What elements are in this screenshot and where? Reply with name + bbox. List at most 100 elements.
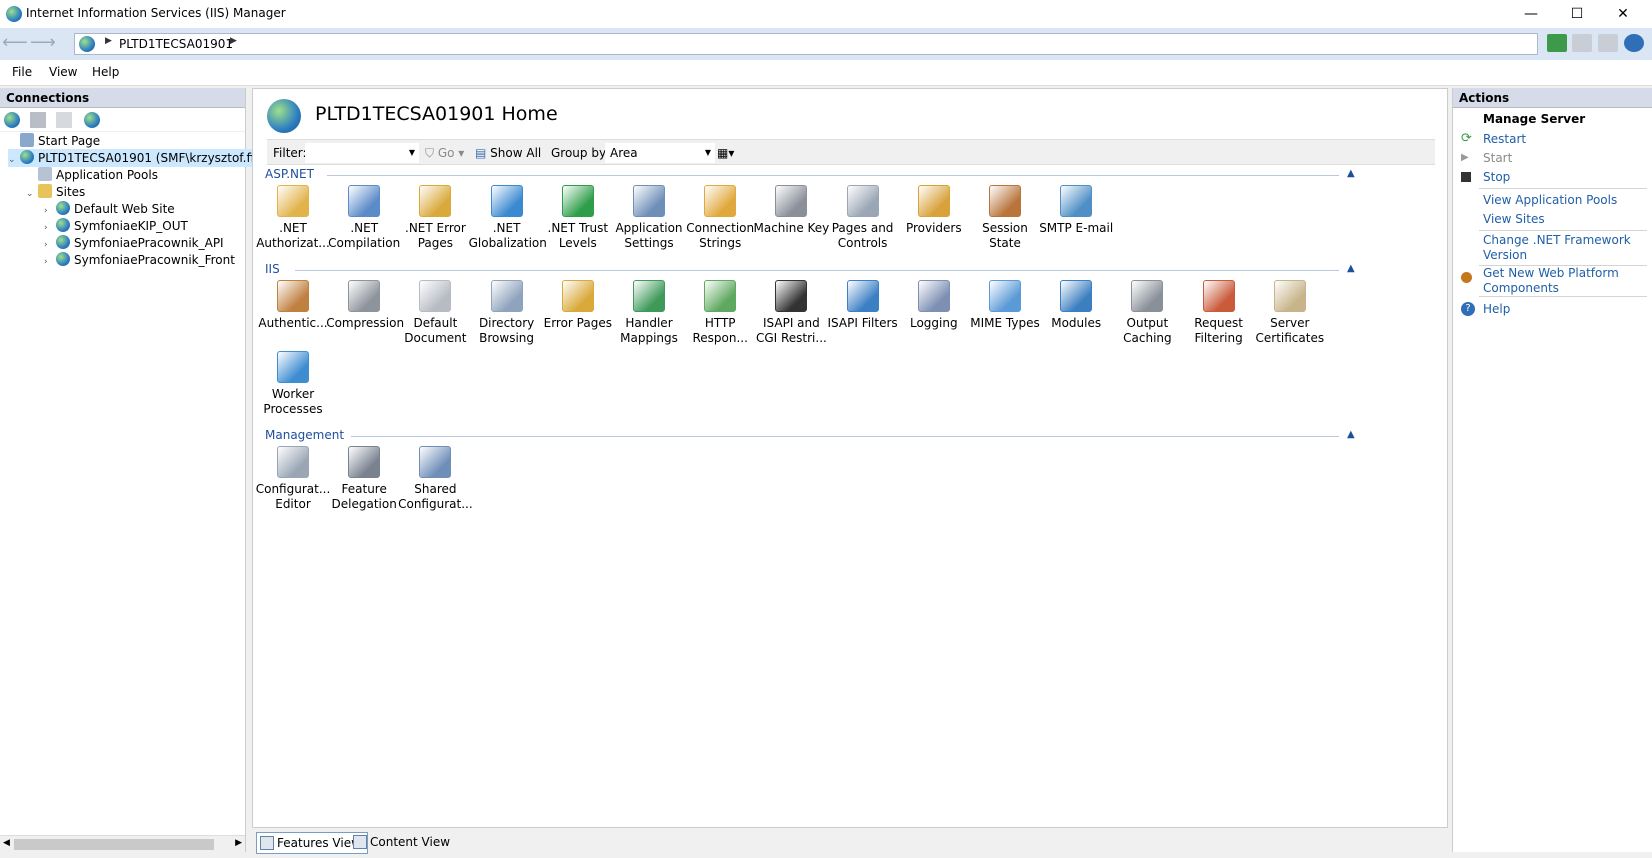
feature-item[interactable]: ISAPI and CGI Restri... xyxy=(753,280,829,346)
scroll-right-icon[interactable]: ▶ xyxy=(235,838,242,848)
tree-item[interactable]: ⌄ PLTD1TECSA01901 (SMF\krzysztof.fido xyxy=(8,149,269,167)
feature-item[interactable]: Machine Key xyxy=(753,185,829,236)
scroll-left-icon[interactable]: ◀ xyxy=(3,838,10,848)
actions-pane: Actions Manage Server ⟳ Restart ▶ Start … xyxy=(1452,88,1652,852)
maximize-button[interactable]: ☐ xyxy=(1554,0,1600,28)
feature-item[interactable]: ISAPI Filters xyxy=(825,280,901,331)
feature-item[interactable]: Error Pages xyxy=(540,280,616,331)
group-divider xyxy=(327,175,1339,176)
tree-item[interactable]: Start Page xyxy=(8,132,100,150)
view-tabs: Features View Content View xyxy=(252,830,1448,854)
feature-label-line2: Authorizat... xyxy=(256,236,330,250)
feature-item[interactable]: Session State xyxy=(967,185,1043,251)
menu-view[interactable]: View xyxy=(49,65,77,79)
feature-item[interactable]: Request Filtering xyxy=(1181,280,1257,346)
breadcrumb-separator-icon[interactable]: ▶ xyxy=(230,36,237,46)
tree-item-label: SymfoniaePracownik_API xyxy=(74,236,224,250)
feature-item[interactable]: Shared Configurat... xyxy=(397,446,473,512)
group-by-value: Area xyxy=(610,146,638,160)
show-all-button[interactable]: ▤ Show All xyxy=(475,146,541,160)
view-application-pools-action[interactable]: View Application Pools xyxy=(1483,193,1647,208)
collapse-group-icon[interactable]: ▲ xyxy=(1347,168,1355,179)
tree-item[interactable]: › SymfoniaePracownik_API xyxy=(44,234,224,252)
home-icon[interactable] xyxy=(1598,34,1619,52)
feature-item[interactable]: SMTP E-mail xyxy=(1038,185,1114,236)
view-options-icon[interactable]: ▦▾ xyxy=(717,146,734,160)
feature-item[interactable]: Pages and Controls xyxy=(825,185,901,251)
feature-item[interactable]: Authentic... xyxy=(255,280,331,331)
tree-item[interactable]: › Default Web Site xyxy=(44,200,175,218)
help-action[interactable]: Help xyxy=(1483,302,1647,317)
feature-item[interactable]: Directory Browsing xyxy=(469,280,545,346)
go-button[interactable]: ⛉ Go ▾ xyxy=(425,146,464,161)
tree-item[interactable]: ⌄ Sites xyxy=(26,183,85,201)
feature-item[interactable]: Modules xyxy=(1038,280,1114,331)
feature-label-line2: Browsing xyxy=(479,331,535,345)
tree-item[interactable]: › SymfoniaeKIP_OUT xyxy=(44,217,188,235)
menu-file[interactable]: File xyxy=(12,65,32,79)
disconnect-icon[interactable] xyxy=(84,112,100,128)
save-icon[interactable] xyxy=(30,112,46,128)
start-action[interactable]: Start xyxy=(1483,151,1647,166)
stop-icon xyxy=(1461,172,1471,182)
forward-arrow-icon[interactable]: ⟶ xyxy=(30,33,56,55)
stop-loading-icon[interactable] xyxy=(1572,34,1593,52)
feature-item[interactable]: Default Document xyxy=(397,280,473,346)
feature-item[interactable]: Worker Processes xyxy=(255,351,331,417)
feature-item[interactable]: Feature Delegation xyxy=(326,446,402,512)
feature-item[interactable]: Server Certificates xyxy=(1252,280,1328,346)
feature-label: Worker xyxy=(271,387,315,401)
minimize-button[interactable]: — xyxy=(1508,0,1554,28)
feature-item[interactable]: .NET Error Pages xyxy=(397,185,473,251)
expander-icon[interactable]: ⌄ xyxy=(8,151,20,169)
collapse-group-icon[interactable]: ▲ xyxy=(1347,429,1355,440)
feature-item[interactable]: .NET Authorizat... xyxy=(255,185,331,251)
filter-input[interactable]: ▼ xyxy=(305,143,419,163)
view-sites-action[interactable]: View Sites xyxy=(1483,212,1647,227)
back-arrow-icon[interactable]: ⟵ xyxy=(2,33,28,55)
feature-item[interactable]: HTTP Respon... xyxy=(682,280,758,346)
collapse-group-icon[interactable]: ▲ xyxy=(1347,263,1355,274)
scrollbar-thumb[interactable] xyxy=(14,839,214,850)
connections-scrollbar[interactable]: ◀ ▶ xyxy=(0,835,245,852)
feature-item[interactable]: .NET Compilation xyxy=(326,185,402,251)
chevron-down-icon[interactable]: ▼ xyxy=(705,148,711,157)
feature-label: .NET Error xyxy=(405,221,466,235)
feature-item[interactable]: Providers xyxy=(896,185,972,236)
restart-action[interactable]: Restart xyxy=(1483,132,1647,147)
feature-item[interactable]: .NET Trust Levels xyxy=(540,185,616,251)
feature-label: Modules xyxy=(1051,316,1102,330)
group-by-select[interactable]: Area ▼ xyxy=(605,143,715,163)
feature-item[interactable]: Configurat... Editor xyxy=(255,446,331,512)
feature-label: Shared xyxy=(414,482,457,496)
feature-label: MIME Types xyxy=(970,316,1040,330)
connect-icon[interactable] xyxy=(4,112,20,128)
feature-item[interactable]: Application Settings xyxy=(611,185,687,251)
expander-icon[interactable]: › xyxy=(44,253,56,271)
address-breadcrumb[interactable]: ▶ PLTD1TECSA01901 ▶ xyxy=(74,33,1538,55)
change-net-framework-action[interactable]: Change .NET Framework Version xyxy=(1483,233,1647,263)
stop-action[interactable]: Stop xyxy=(1483,170,1647,185)
refresh-icon[interactable] xyxy=(1546,34,1567,52)
tree-item[interactable]: Application Pools xyxy=(26,166,158,184)
feature-item[interactable]: Compression xyxy=(326,280,404,331)
expander-icon[interactable]: ⌄ xyxy=(26,185,38,203)
chevron-down-icon[interactable]: ▼ xyxy=(409,148,415,157)
up-icon[interactable] xyxy=(56,112,72,128)
breadcrumb-separator-icon[interactable]: ▶ xyxy=(105,36,112,46)
feature-item[interactable]: Logging xyxy=(896,280,972,331)
get-web-platform-action[interactable]: Get New Web Platform Components xyxy=(1483,266,1647,296)
help-icon[interactable] xyxy=(1624,34,1644,52)
breadcrumb-server[interactable]: PLTD1TECSA01901 xyxy=(119,37,233,51)
tab-content-view[interactable]: Content View xyxy=(350,832,456,854)
group-by-label: Group by: xyxy=(551,146,610,160)
feature-item[interactable]: Connection Strings xyxy=(682,185,758,251)
feature-item[interactable]: MIME Types xyxy=(967,280,1043,331)
close-button[interactable]: ✕ xyxy=(1600,0,1646,28)
feature-item[interactable]: Output Caching xyxy=(1109,280,1185,346)
tree-item[interactable]: › SymfoniaePracownik_Front xyxy=(44,251,235,269)
feature-label: .NET xyxy=(279,221,307,235)
menu-help[interactable]: Help xyxy=(92,65,119,79)
feature-item[interactable]: .NET Globalization xyxy=(469,185,547,251)
feature-item[interactable]: Handler Mappings xyxy=(611,280,687,346)
